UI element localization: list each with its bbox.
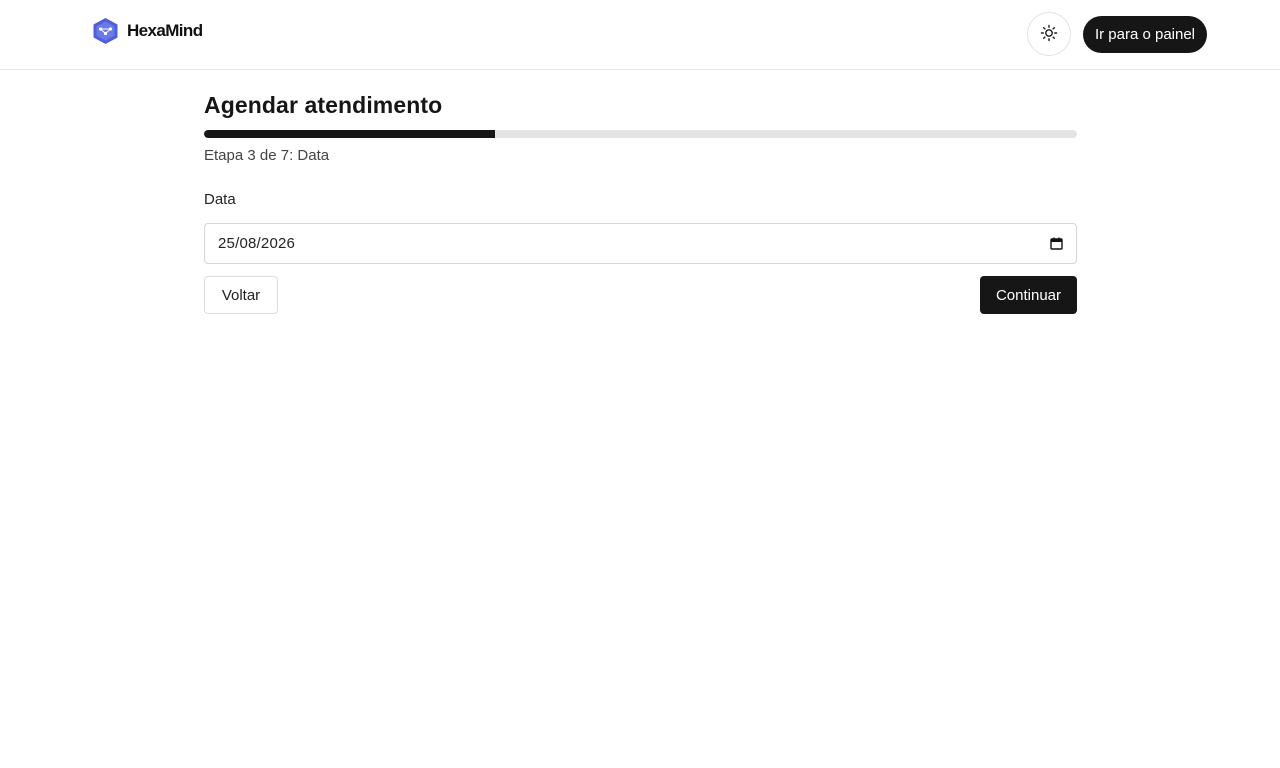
page-title: Agendar atendimento — [204, 92, 443, 118]
date-field-label: Data — [204, 191, 236, 208]
progress-bar-fill — [204, 130, 495, 138]
calendar-icon[interactable] — [1050, 237, 1063, 250]
sun-icon — [1040, 24, 1058, 45]
date-input-value[interactable]: 25/08/2026 — [218, 235, 295, 252]
brand-name: HexaMind — [127, 21, 203, 40]
step-indicator: Etapa 3 de 7: Data — [204, 147, 330, 164]
back-button[interactable]: Voltar — [204, 276, 278, 314]
continue-button[interactable]: Continuar — [980, 276, 1077, 314]
theme-toggle-button[interactable] — [1027, 12, 1071, 56]
go-to-dashboard-button[interactable]: Ir para o painel — [1083, 16, 1207, 53]
progress-bar — [204, 130, 1077, 138]
date-input[interactable]: 25/08/2026 — [204, 223, 1077, 264]
hexagon-network-icon — [92, 17, 119, 45]
top-bar: HexaMind Ir para o painel — [0, 0, 1280, 70]
brand-logo-link[interactable]: HexaMind — [92, 17, 203, 45]
